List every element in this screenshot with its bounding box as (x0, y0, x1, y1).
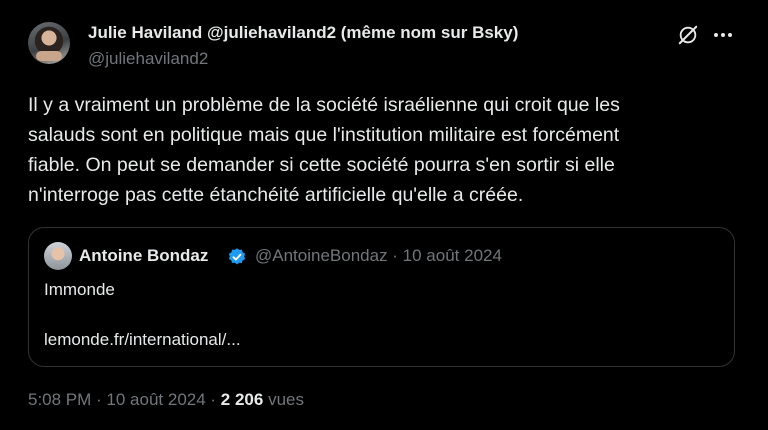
tweet-text-line: salauds sont en politique mais que l'ins… (28, 124, 620, 146)
quoted-tweet-text: Immonde (44, 280, 115, 299)
more-options-icon[interactable] (710, 24, 736, 46)
verified-badge-icon (228, 248, 246, 265)
author-name[interactable]: Julie Haviland @juliehaviland2 (même nom… (88, 23, 518, 43)
tweet-text-line: Il y a vraiment un problème de la sociét… (28, 94, 620, 116)
tweet-timestamp[interactable]: 5:08 PM · 10 août 2024 · (28, 390, 221, 409)
quoted-author-name: Antoine Bondaz (79, 246, 209, 265)
tweet-text-line: n'interroge pas cette étanchéité artific… (28, 184, 524, 206)
quoted-author-handle-date: @AntoineBondaz · 10 août 2024 (255, 246, 502, 265)
quoted-tweet-link[interactable]: lemonde.fr/international/... (44, 330, 241, 350)
quoted-tweet-card[interactable]: Antoine Bondaz @AntoineBondaz · 10 août … (28, 227, 735, 367)
tweet-text-line: fiable. On peut se demander si cette soc… (28, 154, 615, 176)
author-avatar[interactable] (28, 22, 70, 64)
tweet-text: Il y a vraiment un problème de la sociét… (28, 90, 740, 210)
grok-icon[interactable] (677, 24, 699, 46)
quoted-author-avatar (44, 242, 72, 270)
views-count: 2 206 (220, 390, 264, 409)
tweet: Julie Haviland @juliehaviland2 (même nom… (0, 0, 768, 430)
tweet-meta: 5:08 PM · 10 août 2024 · 2 206 vues (28, 390, 304, 410)
author-handle[interactable]: @juliehaviland2 (88, 49, 208, 69)
views-label: vues (263, 390, 304, 409)
